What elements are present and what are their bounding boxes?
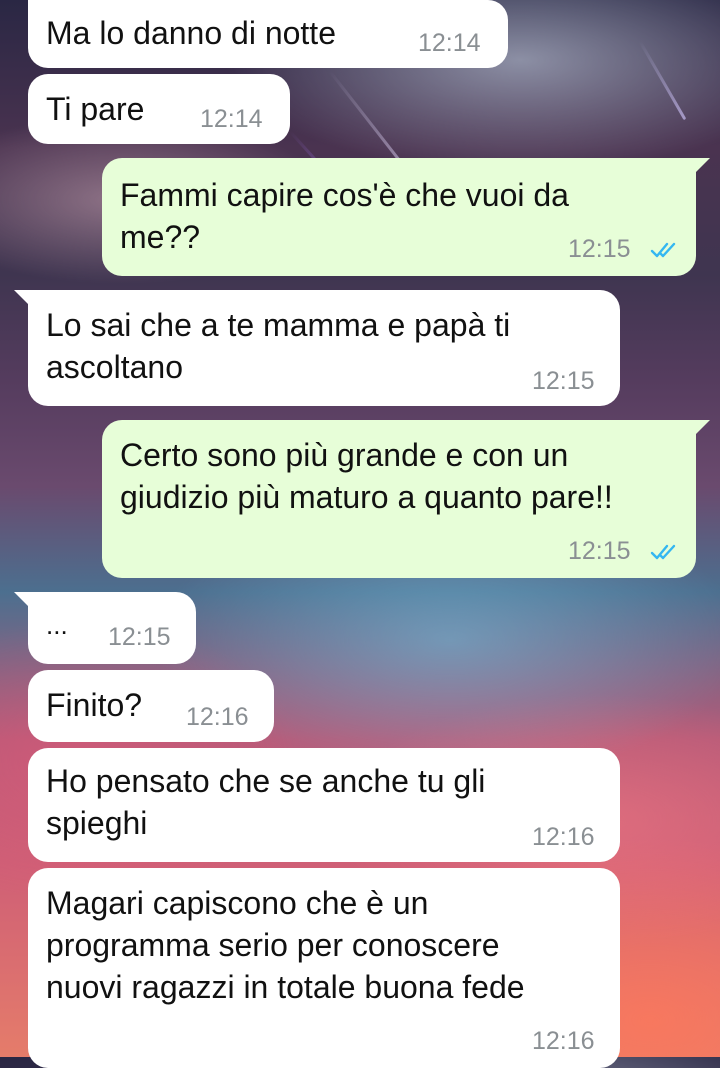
incoming-message[interactable]: Finito? 12:16 [28, 670, 274, 742]
incoming-message[interactable]: Magari capiscono che è un programma seri… [28, 868, 620, 1068]
message-text: Finito? [46, 687, 143, 723]
message-timestamp: 12:14 [200, 105, 263, 133]
message-text: giudizio più maturo a quanto pare!! [120, 479, 613, 515]
message-text: me?? [120, 219, 201, 255]
message-timestamp: 12:16 [532, 1027, 595, 1055]
incoming-message[interactable]: Ti pare 12:14 [28, 74, 290, 144]
message-text: Lo sai che a te mamma e papà ti [46, 307, 511, 343]
double-check-icon [650, 544, 676, 560]
incoming-message[interactable]: Ma lo danno di notte 12:14 [28, 0, 508, 68]
bubble-tail [14, 290, 32, 308]
bubble-tail [14, 592, 32, 610]
message-text: Ho pensato che se anche tu gli [46, 763, 486, 799]
message-timestamp: 12:15 [108, 623, 171, 651]
bubble-tail [692, 420, 710, 438]
message-text: Ti pare [46, 91, 145, 127]
incoming-message[interactable]: ... 12:15 [14, 592, 196, 664]
outgoing-message[interactable]: Fammi capire cos'è che vuoi da me?? 12:1… [102, 158, 710, 276]
message-text: spieghi [46, 805, 148, 841]
message-timestamp: 12:14 [418, 29, 481, 57]
message-timestamp: 12:15 [568, 235, 631, 263]
message-text: Ma lo danno di notte [46, 15, 336, 51]
message-text: nuovi ragazzi in totale buona fede [46, 969, 525, 1005]
message-text: ascoltano [46, 349, 183, 385]
background-meteor-streak [638, 40, 687, 121]
message-text: Fammi capire cos'è che vuoi da [120, 177, 569, 213]
message-text: programma serio per conoscere [46, 927, 500, 963]
incoming-message[interactable]: Ho pensato che se anche tu gli spieghi 1… [28, 748, 620, 862]
incoming-message[interactable]: Lo sai che a te mamma e papà ti ascoltan… [14, 290, 620, 406]
outgoing-message[interactable]: Certo sono più grande e con un giudizio … [102, 420, 710, 578]
double-check-icon [650, 242, 676, 258]
message-text: Certo sono più grande e con un [120, 437, 569, 473]
message-text: Magari capiscono che è un [46, 885, 429, 921]
message-timestamp: 12:16 [532, 823, 595, 851]
message-timestamp: 12:15 [568, 537, 631, 565]
message-text: ... [46, 610, 68, 640]
message-timestamp: 12:15 [532, 367, 595, 395]
bubble-tail [692, 158, 710, 176]
message-timestamp: 12:16 [186, 703, 249, 731]
